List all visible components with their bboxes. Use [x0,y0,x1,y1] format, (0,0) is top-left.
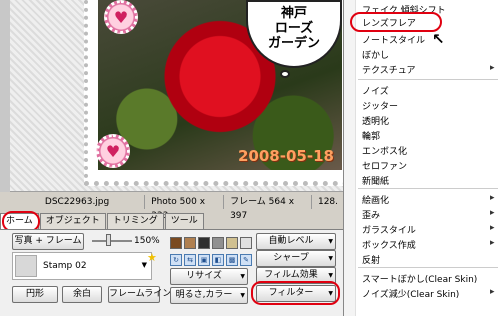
mouse-cursor-icon: ↖ [432,30,445,48]
mirror-icon[interactable]: ◧ [212,254,224,266]
menu-item-note-style[interactable]: ノートスタイル [362,33,425,46]
heart-stamp-icon: ♥ [96,134,130,168]
tab-object[interactable]: オブジェクト [39,213,106,229]
menu-separator [358,79,498,80]
circle-button[interactable]: 円形 [12,286,58,303]
stamp-selector[interactable]: Stamp 02 ▼ [12,252,152,280]
menu-item-smart-blur[interactable]: スマートぼかし(Clear Skin) [362,272,477,285]
flip-icon[interactable]: ⇆ [184,254,196,266]
lens-flare-highlight [350,12,442,32]
menu-gutter [344,0,356,316]
menu-item-emboss[interactable]: エンボス化 [362,144,407,157]
favorite-star-icon[interactable]: ★ [147,251,157,264]
menu-separator [358,267,498,268]
menu-separator [358,188,498,189]
image-canvas[interactable]: ♥ ♥ 神戸 ローズ ガーデン 2008-05-18 [0,0,348,192]
swatch[interactable] [212,237,224,249]
menu-item-painting[interactable]: 絵画化 [362,193,495,206]
bubble-line: ローズ [274,21,314,36]
rotate-icon[interactable]: ↻ [170,254,182,266]
bubble-line: 神戸 [280,6,307,21]
menu-item-outline[interactable]: 輪郭 [362,129,380,142]
status-frame-size: フレーム 564 x 397 [224,195,312,221]
menu-item-newspaper[interactable]: 新聞紙 [362,174,389,187]
date-stamp: 2008-05-18 [238,147,334,165]
pencil-icon[interactable]: ✎ [240,254,252,266]
menu-item-jitter[interactable]: ジッター [362,99,398,112]
swatch[interactable] [226,237,238,249]
status-bar: DSC22963.jpg Photo 500 x 333 フレーム 564 x … [10,194,344,221]
tab-trimming[interactable]: トリミング [106,213,164,229]
menu-item-noise-reduction[interactable]: ノイズ減少(Clear Skin) [362,287,495,300]
filter-button-highlight [251,281,340,305]
tab-tools[interactable]: ツール [164,213,204,229]
stamp-thumbnail [15,255,37,277]
margin-button[interactable]: 余白 [62,286,102,303]
swatch[interactable] [184,237,196,249]
tool-icons: ↻ ⇆ ▣ ◧ ▩ ✎ [170,254,252,266]
canvas-margin [0,0,10,192]
status-filename: DSC22963.jpg [10,195,146,209]
swatch[interactable] [170,237,182,249]
frameline-button[interactable]: フレームライン [108,286,171,303]
sharp-button[interactable]: シャープ [256,250,336,267]
zoom-slider[interactable] [92,240,132,242]
zoom-slider-thumb[interactable] [106,234,111,246]
menu-item-box-create[interactable]: ボックス作成 [362,238,494,251]
swatch[interactable] [240,237,252,249]
color-swatches [170,237,252,249]
filter-menu: フェイク 傾斜シフト レンズフレア ノートスタイル ぼかし テクスチュア ノイズ… [343,0,500,316]
fill-icon[interactable]: ▩ [226,254,238,266]
status-extra: 128. [317,197,339,207]
stamp-name: Stamp 02 [43,261,87,271]
menu-item-noise[interactable]: ノイズ [362,84,389,97]
menu-item-blur[interactable]: ぼかし [362,48,389,61]
resize-button[interactable]: リサイズ [170,268,248,285]
menu-item-texture[interactable]: テクスチュア [362,63,493,76]
brightness-color-button[interactable]: 明るさ,カラー [170,287,248,304]
bubble-line: ガーデン [267,36,320,51]
crop-icon[interactable]: ▣ [198,254,210,266]
zoom-value: 150% [134,236,160,246]
status-photo-size: Photo 500 x 333 [145,195,225,221]
menu-item-transparency[interactable]: 透明化 [362,114,389,127]
auto-level-button[interactable]: 自動レベル [256,233,336,250]
heart-stamp-icon: ♥ [104,0,138,34]
swatch[interactable] [198,237,210,249]
photo-frame-button[interactable]: 写真 + フレーム [12,233,84,250]
menu-item-glass-tile[interactable]: ガラスタイル [362,223,494,236]
bubble-tail [280,70,290,78]
menu-item-reflection[interactable]: 反射 [362,253,380,266]
menu-item-distort[interactable]: 歪み [362,208,495,221]
menu-item-cellophane[interactable]: セロファン [362,159,407,172]
